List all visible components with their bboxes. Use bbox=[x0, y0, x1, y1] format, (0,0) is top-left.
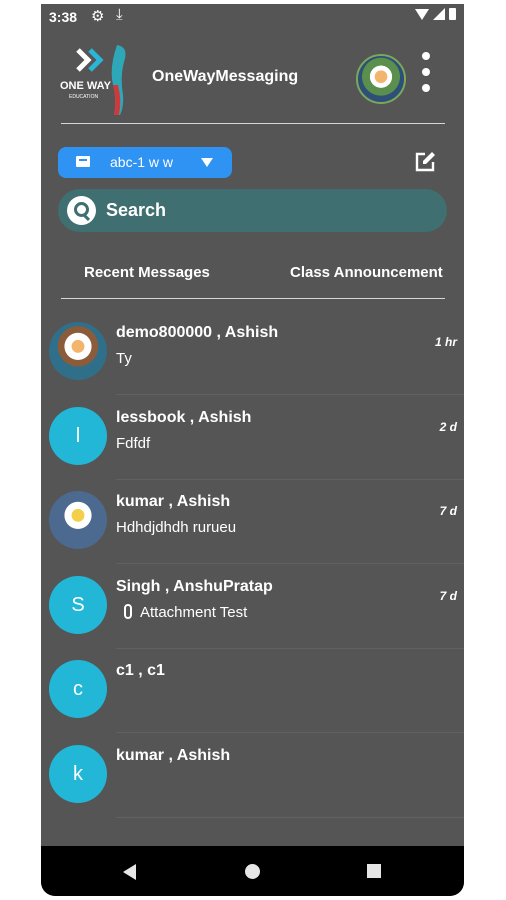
conversation-name: lessbook , Ashish bbox=[116, 409, 252, 426]
conversation-time: 2 d bbox=[439, 420, 457, 434]
contact-avatar bbox=[49, 322, 107, 380]
search-icon bbox=[67, 196, 96, 225]
conversation-row[interactable]: kumar , Ashish Hdhdjdhdh rurueu 7 d bbox=[41, 479, 464, 564]
conversation-row[interactable]: c c1 , c1 bbox=[41, 648, 464, 733]
tab-recent-messages[interactable]: Recent Messages bbox=[84, 264, 210, 281]
contact-avatar: S bbox=[49, 576, 107, 634]
app-header: ONE WAY EDUCATION OneWayMessaging bbox=[41, 30, 464, 124]
compose-message-icon[interactable] bbox=[414, 151, 436, 173]
conversation-preview: Attachment Test bbox=[116, 604, 247, 621]
svg-text:ONE WAY: ONE WAY bbox=[60, 80, 112, 92]
tabs-divider bbox=[61, 298, 445, 299]
header-divider bbox=[61, 123, 445, 124]
conversation-name: demo800000 , Ashish bbox=[116, 324, 279, 341]
conversation-name: c1 , c1 bbox=[116, 662, 165, 679]
conversation-name: Singh , AnshuPratap bbox=[116, 578, 273, 595]
contact-avatar: l bbox=[49, 407, 107, 465]
more-options-icon[interactable] bbox=[419, 52, 433, 92]
conversation-row[interactable]: l lessbook , Ashish Fdfdf 2 d bbox=[41, 395, 464, 480]
status-bar: 3:38 ⚙ ⤓ bbox=[41, 4, 464, 30]
class-selector-value: abc-1 w w bbox=[110, 154, 174, 170]
dropdown-caret-icon bbox=[201, 158, 213, 167]
profile-avatar[interactable] bbox=[356, 54, 406, 104]
conversation-row[interactable]: S Singh , AnshuPratap Attachment Test 7 … bbox=[41, 564, 464, 649]
class-selector-dropdown[interactable]: abc-1 w w bbox=[58, 147, 232, 178]
conversation-time: 7 d bbox=[439, 589, 457, 603]
app-title: OneWayMessaging bbox=[152, 68, 299, 85]
conversation-preview: Hdhdjdhdh rurueu bbox=[116, 519, 237, 536]
settings-status-icon: ⚙ bbox=[91, 8, 105, 25]
back-icon[interactable] bbox=[123, 864, 136, 880]
search-bar[interactable]: Search bbox=[58, 189, 447, 232]
recent-apps-icon[interactable] bbox=[367, 864, 381, 878]
row-divider bbox=[116, 817, 464, 818]
conversation-time: 7 d bbox=[439, 504, 457, 518]
battery-icon bbox=[449, 8, 456, 20]
conversation-preview: Fdfdf bbox=[116, 435, 151, 452]
app-screen: 3:38 ⚙ ⤓ ONE WAY EDUCATION OneWayMessagi… bbox=[41, 4, 464, 896]
contact-avatar bbox=[49, 491, 107, 549]
contact-avatar: c bbox=[49, 660, 107, 718]
conversation-name: kumar , Ashish bbox=[116, 747, 231, 764]
conversation-time: 1 hr bbox=[434, 335, 457, 349]
download-status-icon: ⤓ bbox=[116, 6, 123, 23]
one-way-education-logo: ONE WAY EDUCATION bbox=[60, 45, 126, 115]
paperclip-icon bbox=[124, 604, 132, 619]
attachment-preview-text: Attachment Test bbox=[140, 604, 248, 621]
tab-class-announcement[interactable]: Class Announcement bbox=[290, 264, 443, 281]
search-label: Search bbox=[106, 200, 167, 220]
status-time: 3:38 bbox=[49, 9, 78, 25]
contact-avatar: k bbox=[49, 745, 107, 803]
wifi-icon bbox=[415, 8, 429, 20]
conversation-row[interactable]: k kumar , Ashish bbox=[41, 733, 464, 818]
signal-icon bbox=[433, 8, 445, 20]
conversation-name: kumar , Ashish bbox=[116, 493, 231, 510]
class-book-icon bbox=[76, 156, 90, 167]
system-navigation-bar bbox=[41, 846, 464, 896]
status-icons bbox=[415, 8, 456, 20]
conversation-preview: Ty bbox=[116, 350, 132, 367]
svg-text:EDUCATION: EDUCATION bbox=[69, 94, 98, 100]
home-icon[interactable] bbox=[245, 864, 260, 879]
conversation-row[interactable]: demo800000 , Ashish Ty 1 hr bbox=[41, 310, 464, 395]
